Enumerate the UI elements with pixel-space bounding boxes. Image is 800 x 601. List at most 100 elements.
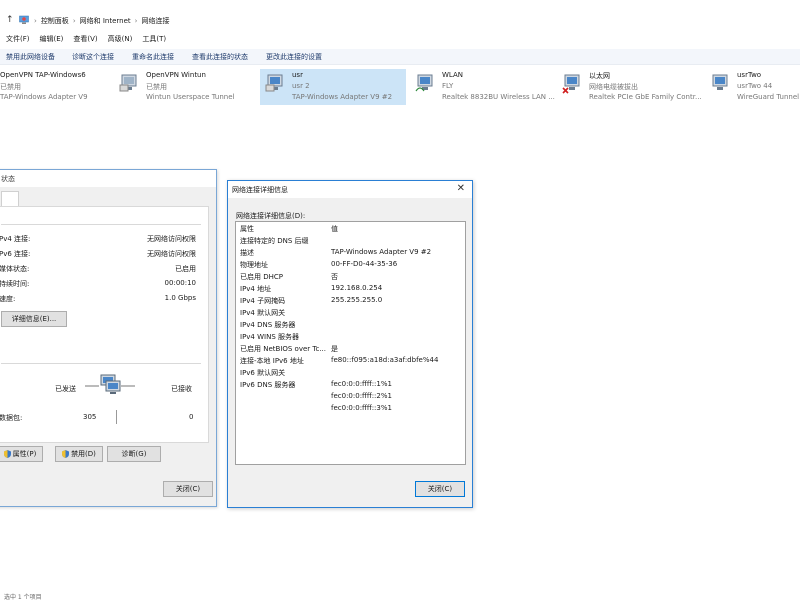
duration-value: 00:00:10 (164, 279, 196, 287)
adapter-device: TAP-Windows Adapter V9 (0, 93, 88, 101)
adapter-device: Realtek 8832BU Wireless LAN ... (442, 93, 555, 101)
activity-separator (116, 410, 117, 424)
details-dialog-title: 网络连接详细信息 (232, 186, 288, 194)
list-item[interactable]: 描述 TAP-Windows Adapter V9 #2 (236, 248, 465, 260)
rename-command[interactable]: 重命名此连接 (132, 52, 174, 62)
adapter-status: 已禁用 (146, 83, 167, 91)
list-item[interactable]: IPv6 默认网关 (236, 368, 465, 380)
status-close-button[interactable]: 关闭(C) (163, 481, 213, 497)
media-state-value: 已启用 (175, 265, 196, 273)
details-button[interactable]: 详细信息(E)... (1, 311, 67, 327)
list-item[interactable]: 已启用 DHCP 否 (236, 272, 465, 284)
list-item[interactable]: 连接-本地 IPv6 地址 fe80::f095:a18d:a3af:dbfe%4… (236, 356, 465, 368)
disable-device-command[interactable]: 禁用此网络设备 (6, 52, 55, 62)
adapter-openvpn-wintun[interactable]: OpenVPN Wintun 已禁用 Wintun Userspace Tunn… (114, 69, 254, 105)
status-dialog-titlebar: 状态 (0, 170, 216, 187)
control-panel-icon (19, 15, 29, 24)
status-dialog: 状态 Pv4 连接: 无网络访问权限 Pv6 连接: 无网络访问权限 媒体状态:… (0, 169, 217, 507)
adapter-device: Realtek PCIe GbE Family Contr... (589, 93, 702, 101)
adapter-ethernet[interactable]: 以太网 网络电缆被拔出 Realtek PCIe GbE Family Cont… (557, 69, 703, 105)
speed-value: 1.0 Gbps (164, 294, 196, 302)
menu-tools[interactable]: 工具(T) (142, 34, 166, 46)
command-bar: 禁用此网络设备 诊断这个连接 重命名此连接 查看此连接的状态 更改此连接的设置 (0, 49, 800, 65)
details-list[interactable]: 属性 值 连接特定的 DNS 后缀 描述 TAP-Windows Adapter … (235, 221, 466, 465)
duration-label: 持续时间: (0, 280, 30, 288)
diagnose-command[interactable]: 诊断这个连接 (72, 52, 114, 62)
adapter-name: OpenVPN TAP-Windows6 (0, 71, 86, 79)
activity-computers-icon (85, 374, 135, 394)
adapter-name: usrTwo (737, 71, 762, 79)
properties-button[interactable]: 属性(P) (0, 446, 43, 462)
details-dialog: 网络连接详细信息 ✕ 网络连接详细信息(D): 属性 值 连接特定的 DNS 后… (227, 180, 473, 508)
ipv4-connectivity-label: Pv4 连接: (0, 235, 31, 243)
speed-label: 速度: (0, 295, 16, 303)
disable-button[interactable]: 禁用(D) (55, 446, 103, 462)
list-item[interactable]: 物理地址 00-FF-D0-44-35-36 (236, 260, 465, 272)
disable-button-label: 禁用(D) (71, 450, 96, 458)
breadcrumb: › 控制面板 › 网络和 Internet › 网络连接 (34, 16, 170, 26)
adapter-usrtwo[interactable]: usrTwo usrTwo 44 WireGuard Tunnel (705, 69, 800, 105)
network-adapter-icon (265, 74, 283, 92)
properties-button-label: 属性(P) (12, 450, 37, 458)
list-item[interactable]: IPv4 地址 192.168.0.254 (236, 284, 465, 296)
adapter-wlan[interactable]: WLAN FLY Realtek 8832BU Wireless LAN ... (410, 69, 555, 105)
adapter-name: usr (292, 71, 303, 79)
list-item[interactable]: 连接特定的 DNS 后缀 (236, 236, 465, 248)
status-dialog-title: 状态 (1, 175, 15, 183)
menu-file[interactable]: 文件(F) (6, 34, 30, 46)
menu-edit[interactable]: 编辑(E) (40, 34, 64, 46)
breadcrumb-network-internet[interactable]: 网络和 Internet (80, 16, 131, 26)
column-header-property[interactable]: 属性 (240, 224, 330, 234)
media-state-label: 媒体状态: (0, 265, 30, 273)
adapter-name: WLAN (442, 71, 464, 79)
ipv4-connectivity-value: 无网络访问权限 (147, 235, 196, 243)
breadcrumb-network-connections[interactable]: 网络连接 (141, 16, 169, 26)
packets-sent-value: 305 (83, 413, 97, 421)
received-label: 已接收 (171, 385, 192, 393)
details-dialog-titlebar: 网络连接详细信息 ✕ (228, 181, 472, 198)
list-item[interactable]: fec0:0:0:ffff::2%1 (236, 392, 465, 404)
menu-bar: 文件(F) 编辑(E) 查看(V) 高级(N) 工具(T) (0, 34, 166, 46)
adapter-usr[interactable]: usr usr 2 TAP-Windows Adapter V9 #2 (260, 69, 406, 105)
network-adapter-icon (119, 74, 137, 92)
ipv6-connectivity-label: Pv6 连接: (0, 250, 31, 258)
address-bar: ↑ › 控制面板 › 网络和 Internet › 网络连接 (0, 12, 800, 30)
adapter-name: OpenVPN Wintun (146, 71, 206, 79)
packets-received-value: 0 (189, 413, 194, 421)
breadcrumb-control-panel[interactable]: 控制面板 (41, 16, 69, 26)
divider (1, 224, 201, 225)
list-item[interactable]: fec0:0:0:ffff::3%1 (236, 404, 465, 416)
details-caption: 网络连接详细信息(D): (236, 212, 306, 220)
wifi-adapter-icon (415, 74, 433, 92)
shield-icon (62, 450, 70, 458)
change-settings-command[interactable]: 更改此连接的设置 (266, 52, 322, 62)
network-adapter-icon (712, 74, 728, 90)
packets-label: 数据包: (0, 414, 23, 422)
close-icon[interactable]: ✕ (457, 183, 465, 194)
menu-view[interactable]: 查看(V) (73, 34, 97, 46)
menu-advanced[interactable]: 高级(N) (108, 34, 133, 46)
up-arrow-icon[interactable]: ↑ (6, 15, 14, 25)
adapter-openvpn-tap[interactable]: OpenVPN TAP-Windows6 已禁用 TAP-Windows Ada… (0, 69, 118, 105)
details-close-button[interactable]: 关闭(C) (415, 481, 465, 497)
list-item[interactable]: IPv6 DNS 服务器 fec0:0:0:ffff::1%1 (236, 380, 465, 392)
tab-general[interactable] (1, 191, 19, 207)
adapter-device: TAP-Windows Adapter V9 #2 (292, 93, 393, 101)
ipv6-connectivity-value: 无网络访问权限 (147, 250, 196, 258)
sent-label: 已发送 (55, 385, 76, 393)
ethernet-disconnected-icon (562, 74, 580, 94)
list-item[interactable]: IPv4 子网掩码 255.255.255.0 (236, 296, 465, 308)
adapter-status: 网络电缆被拔出 (589, 83, 638, 91)
adapter-status: usrTwo 44 (737, 82, 773, 90)
shield-icon (3, 450, 11, 458)
column-header-value[interactable]: 值 (331, 224, 338, 234)
adapter-device: Wintun Userspace Tunnel (146, 93, 235, 101)
adapter-status: usr 2 (292, 82, 310, 90)
list-item[interactable]: IPv4 DNS 服务器 (236, 320, 465, 332)
list-item[interactable]: IPv4 WINS 服务器 (236, 332, 465, 344)
list-item[interactable]: IPv4 默认网关 (236, 308, 465, 320)
list-item[interactable]: 已启用 NetBIOS over Tc... 是 (236, 344, 465, 356)
diagnose-button[interactable]: 诊断(G) (107, 446, 161, 462)
view-status-command[interactable]: 查看此连接的状态 (192, 52, 248, 62)
list-header: 属性 值 (236, 224, 465, 236)
